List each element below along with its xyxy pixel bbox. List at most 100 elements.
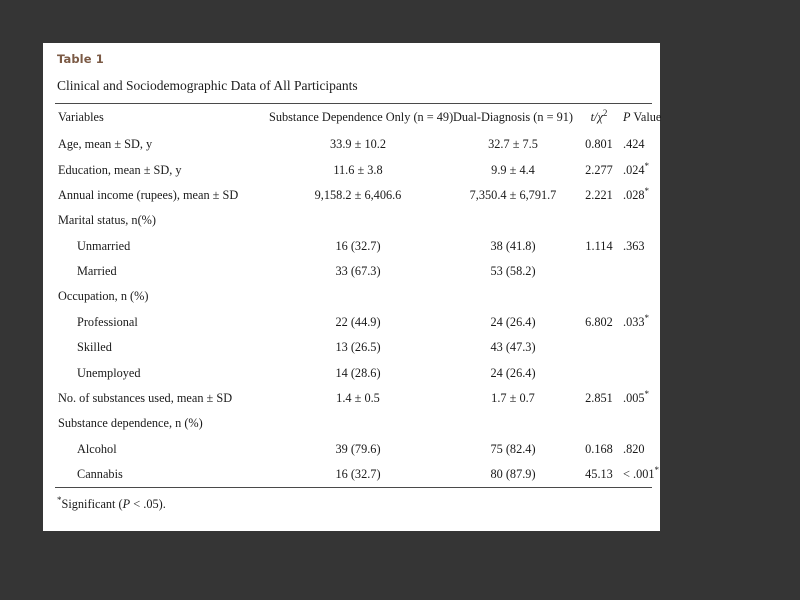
table-header-row: Variables Substance Dependence Only (n =… (55, 103, 661, 132)
row-p-value (619, 335, 652, 360)
row-test-statistic (579, 411, 619, 436)
row-test-statistic (579, 335, 619, 360)
significance-asterisk: * (644, 185, 650, 196)
row-test-statistic: 45.13 (585, 467, 613, 482)
row-variable-label: Age, mean ± SD, y (58, 137, 153, 152)
significance-asterisk: * (644, 388, 650, 399)
significance-asterisk: * (654, 464, 660, 475)
row-test-statistic: 2.277 (585, 162, 613, 177)
row-group2-value: 24 (26.4) (490, 314, 536, 329)
stat-symbol: t/χ (590, 110, 603, 124)
row-test-statistic (579, 259, 619, 284)
table-row: Cannabis 16 (32.7) 80 (87.9) 45.13 < .001* (55, 462, 659, 487)
table-row: Age, mean ± SD, y 33.9 ± 10.2 32.7 ± 7.5 0.… (55, 132, 652, 157)
row-group2-value: 32.7 ± 7.5 (488, 137, 538, 152)
row-variable-label: Substance dependence, n (%) (58, 416, 203, 431)
row-group1-value: 16 (32.7) (335, 238, 381, 253)
row-group2-value (447, 208, 579, 233)
row-group2-value: 75 (82.4) (490, 441, 536, 456)
row-group2-value (447, 284, 579, 309)
column-header-test-statistic: t/χ2 (579, 103, 619, 132)
row-p-value: .024* (619, 157, 652, 182)
row-group1-value: 13 (26.5) (335, 340, 381, 355)
row-group2-value: 9.9 ± 4.4 (491, 162, 535, 177)
table-row: Skilled 13 (26.5) 43 (47.3) (55, 335, 652, 360)
row-variable-label: Married (77, 264, 117, 279)
row-p-value: .028* (619, 183, 652, 208)
row-group1-value (269, 411, 447, 436)
row-variable-label: Alcohol (77, 441, 117, 456)
row-test-statistic (579, 360, 619, 385)
table-row: Education, mean ± SD, y 11.6 ± 3.8 9.9 ± 4… (55, 157, 652, 182)
p-value-text: < .001 (623, 467, 655, 482)
p-value-text: .028 (623, 187, 645, 202)
p-value-text: .033 (623, 314, 645, 329)
row-group1-value: 33.9 ± 10.2 (330, 137, 386, 152)
table-number-label: Table 1 (57, 52, 104, 66)
row-p-value: .033* (619, 310, 652, 335)
table-body: Age, mean ± SD, y 33.9 ± 10.2 32.7 ± 7.5 0.… (55, 132, 659, 487)
row-p-value (619, 208, 652, 233)
table-row: Annual income (rupees), mean ± SD 9,158.2… (55, 183, 652, 208)
row-group2-value: 24 (26.4) (490, 365, 536, 380)
row-group1-value: 9,158.2 ± 6,406.6 (314, 187, 402, 202)
table-paper-panel: Table 1 Clinical and Sociodemographic Da… (43, 43, 661, 531)
footnote-text-before: Significant ( (61, 497, 123, 512)
row-group1-value (269, 284, 447, 309)
table-header: Variables Substance Dependence Only (n =… (55, 103, 661, 132)
p-value-text: .024 (623, 162, 645, 177)
row-variable-label: Occupation, n (%) (58, 289, 149, 304)
row-group2-value: 80 (87.9) (490, 467, 536, 482)
table-row: Occupation, n (%) (55, 284, 652, 309)
table-footnote: *Significant (P < .05). (55, 488, 660, 512)
table-row: No. of substances used, mean ± SD 1.4 ± 0… (55, 386, 652, 411)
row-p-value: < .001* (619, 462, 659, 487)
row-group1-value: 11.6 ± 3.8 (333, 162, 383, 177)
column-header-group2: Dual-Diagnosis (n = 91) (447, 103, 579, 132)
screenshot-root: Table 1 Clinical and Sociodemographic Da… (0, 0, 800, 600)
row-group2-value: 53 (58.2) (490, 264, 536, 279)
row-test-statistic: 2.221 (585, 187, 613, 202)
row-group2-value: 38 (41.8) (490, 238, 536, 253)
row-variable-label: Education, mean ± SD, y (58, 162, 182, 177)
table-row: Professional 22 (44.9) 24 (26.4) 6.802 .033* (55, 310, 652, 335)
row-variable-label: No. of substances used, mean ± SD (58, 390, 233, 405)
p-value-text: .820 (623, 441, 645, 456)
significance-asterisk: * (644, 312, 650, 323)
row-variable-label: Annual income (rupees), mean ± SD (58, 187, 239, 202)
row-p-value: .424 (619, 132, 652, 157)
table-row: Substance dependence, n (%) (55, 411, 652, 436)
stat-superscript: 2 (602, 107, 608, 118)
row-variable-label: Professional (77, 314, 138, 329)
row-test-statistic (579, 208, 619, 233)
row-test-statistic: 1.114 (585, 238, 613, 253)
p-value-word: Value (630, 110, 662, 124)
row-variable-label: Skilled (77, 340, 112, 355)
row-group1-value (269, 208, 447, 233)
column-header-variables: Variables (55, 103, 269, 132)
row-p-value (619, 411, 652, 436)
footnote-text-after: < .05). (130, 497, 166, 512)
row-variable-label: Unmarried (77, 238, 131, 253)
table-caption: Clinical and Sociodemographic Data of Al… (57, 78, 358, 93)
row-variable-label: Marital status, n(%) (58, 213, 157, 228)
row-test-statistic: 0.168 (585, 441, 613, 456)
row-variable-label: Cannabis (77, 467, 123, 482)
row-group1-value: 22 (44.9) (335, 314, 381, 329)
row-p-value (619, 360, 652, 385)
row-group2-value: 43 (47.3) (490, 340, 536, 355)
p-value-text: .005 (623, 390, 645, 405)
row-test-statistic (579, 284, 619, 309)
row-test-statistic: 0.801 (585, 137, 613, 152)
row-test-statistic: 2.851 (585, 390, 613, 405)
table-row: Unemployed 14 (28.6) 24 (26.4) (55, 360, 652, 385)
row-group1-value: 14 (28.6) (335, 365, 381, 380)
column-header-group1: Substance Dependence Only (n = 49) (269, 103, 453, 132)
p-value-text: .424 (623, 137, 645, 152)
table-row: Marital status, n(%) (55, 208, 652, 233)
row-group2-value (447, 411, 579, 436)
table-row: Married 33 (67.3) 53 (58.2) (55, 259, 652, 284)
row-group1-value: 39 (79.6) (335, 441, 381, 456)
table-row: Unmarried 16 (32.7) 38 (41.8) 1.114 .363 (55, 234, 652, 259)
row-group2-value: 7,350.4 ± 6,791.7 (469, 187, 557, 202)
